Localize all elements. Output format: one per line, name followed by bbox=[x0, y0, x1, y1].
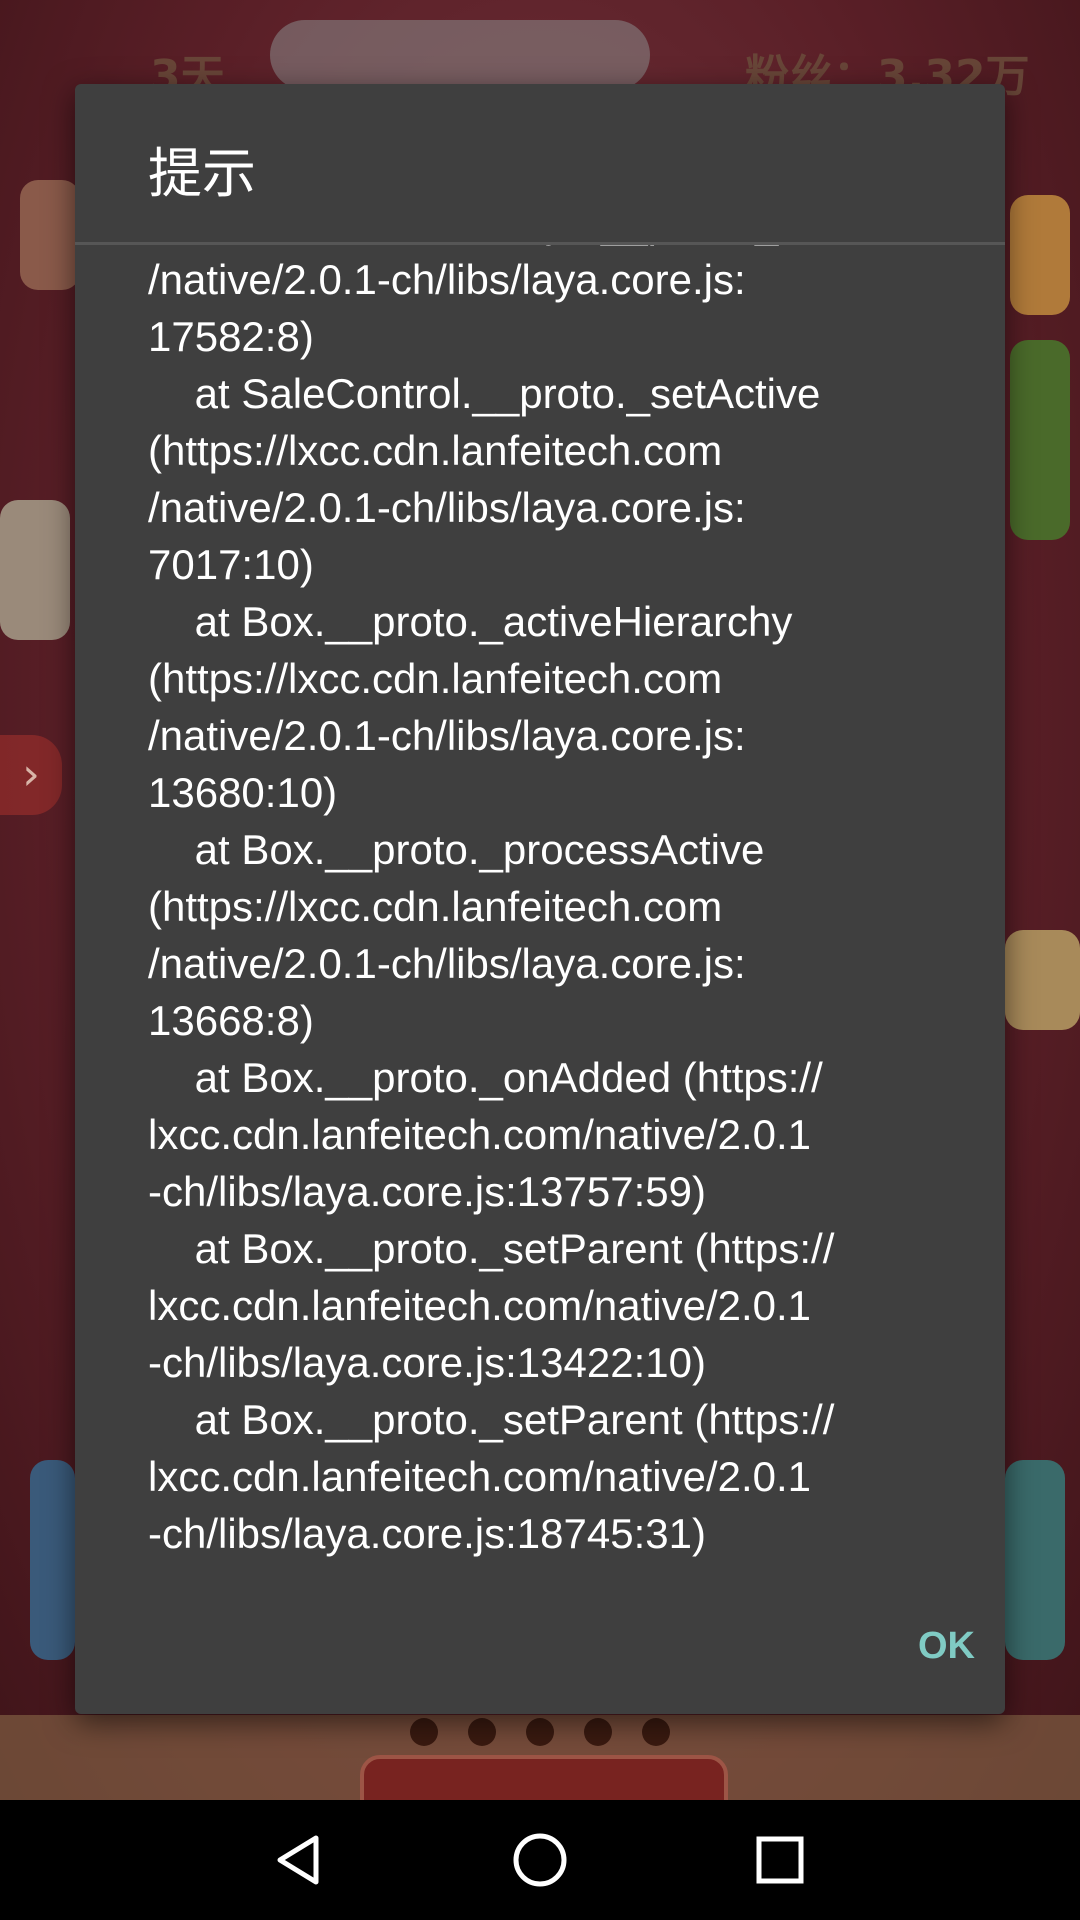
back-triangle-icon bbox=[277, 1835, 319, 1885]
dialog-message-text: at Laya.__proto._onRender (https://lxcc.… bbox=[148, 245, 938, 1557]
background-side-arrow-icon: › bbox=[0, 735, 62, 815]
home-circle-icon bbox=[513, 1833, 567, 1887]
navigation-bar bbox=[0, 1800, 1080, 1920]
recents-square-icon bbox=[756, 1836, 804, 1884]
alert-dialog: 提示 at Laya.__proto._onRender (https://lx… bbox=[75, 84, 1005, 1714]
background-panel-right bbox=[1010, 195, 1070, 315]
ok-button[interactable]: OK bbox=[895, 1610, 1005, 1682]
background-dots bbox=[410, 1718, 670, 1746]
home-button[interactable] bbox=[500, 1830, 580, 1890]
back-button[interactable] bbox=[260, 1830, 340, 1890]
background-chair-right bbox=[1005, 1460, 1065, 1660]
background-wheel bbox=[1010, 340, 1070, 540]
background-sign bbox=[0, 500, 70, 640]
recents-button[interactable] bbox=[740, 1830, 820, 1890]
background-panel-left bbox=[20, 180, 80, 290]
background-cloud bbox=[270, 20, 650, 90]
background-shop bbox=[1005, 930, 1080, 1030]
dialog-title: 提示 bbox=[148, 142, 256, 205]
screen: 3天 粉丝：3.32万 › 提示 at Laya.__proto._onRend… bbox=[0, 0, 1080, 1920]
dialog-message-scroll[interactable]: at Laya.__proto._onRender (https://lxcc.… bbox=[148, 245, 938, 1630]
background-chair-left bbox=[30, 1460, 75, 1660]
